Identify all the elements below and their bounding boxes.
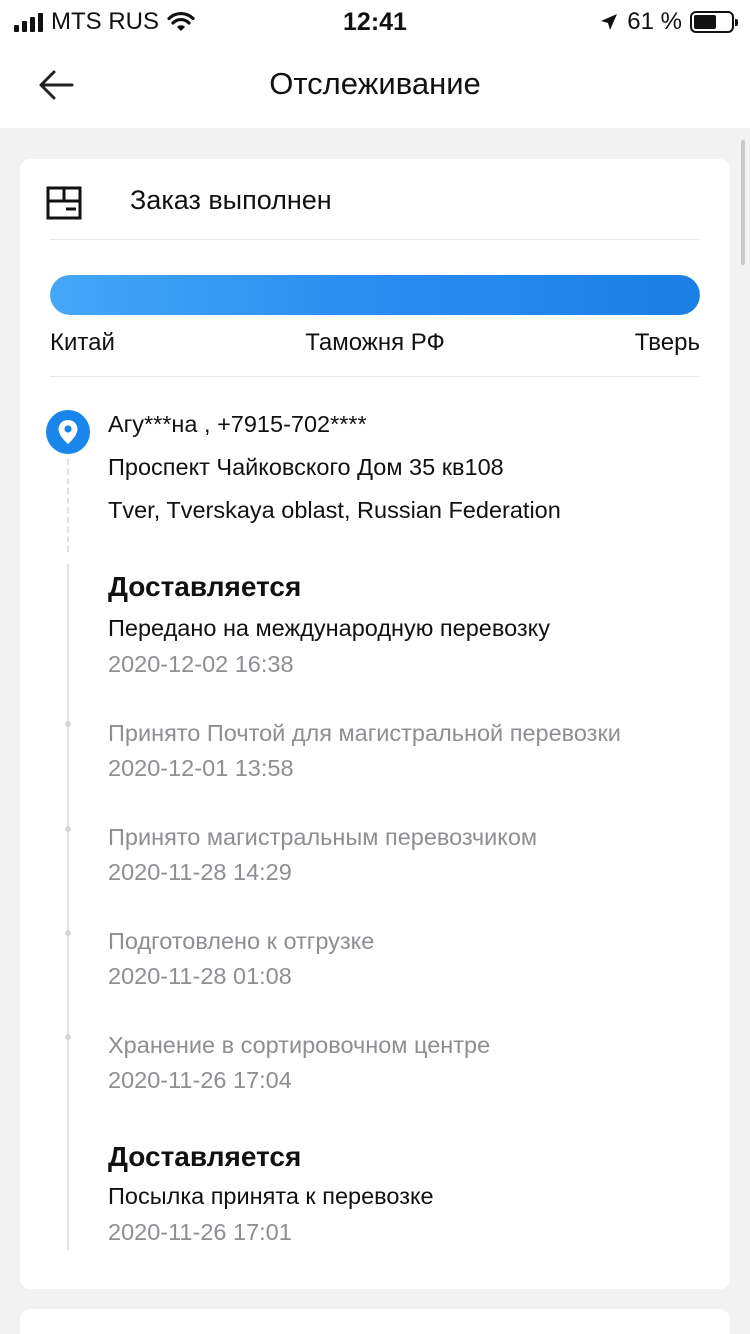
divider bbox=[50, 239, 700, 240]
event-title: Доставляется bbox=[108, 571, 302, 602]
event-title: Доставляется bbox=[108, 1141, 302, 1172]
stage-destination: Тверь bbox=[634, 329, 700, 356]
scrollbar[interactable] bbox=[741, 140, 745, 265]
event-text: Принято магистральным перевозчиком bbox=[108, 824, 538, 850]
event-time: 2020-11-28 14:29 bbox=[108, 859, 292, 885]
location-pin-icon bbox=[46, 410, 90, 454]
address-city: Tver, Tverskaya oblast, Russian Federati… bbox=[108, 497, 561, 523]
event-time: 2020-11-26 17:04 bbox=[108, 1067, 292, 1093]
timeline-dot bbox=[65, 930, 71, 936]
event-time: 2020-11-28 01:08 bbox=[108, 963, 292, 989]
battery-fill bbox=[694, 15, 716, 29]
location-arrow-icon bbox=[601, 14, 618, 30]
order-header: Заказ выполнен bbox=[44, 181, 700, 239]
recipient-info: Агу***на , +7915-702**** bbox=[108, 411, 367, 437]
timeline-dashed bbox=[67, 459, 69, 552]
timeline-dot bbox=[65, 721, 71, 727]
status-bar: MTS RUS 12:41 61 % bbox=[0, 0, 750, 42]
battery-icon bbox=[690, 11, 738, 33]
event-text: Посылка принята к перевозке bbox=[108, 1183, 434, 1209]
page-title: Отслеживание bbox=[269, 66, 481, 101]
stage-customs: Таможня РФ bbox=[305, 329, 445, 356]
event-time: 2020-11-26 17:01 bbox=[108, 1219, 292, 1245]
nav-bar: Отслеживание bbox=[0, 42, 750, 128]
progress-bar bbox=[50, 275, 700, 315]
order-status: Заказ выполнен bbox=[130, 185, 332, 215]
tracking-card: Заказ выполнен Китай Таможня РФ Тверь Аг… bbox=[20, 159, 730, 1289]
event-time: 2020-12-01 13:58 bbox=[108, 755, 294, 781]
status-right: 61 % bbox=[599, 8, 738, 36]
progress-fill bbox=[50, 275, 700, 315]
event-text: Передано на международную перевозку bbox=[108, 615, 550, 641]
divider bbox=[50, 376, 700, 377]
event-time: 2020-12-02 16:38 bbox=[108, 651, 294, 677]
battery-percent: 61 % bbox=[627, 8, 682, 35]
timeline-dot bbox=[65, 826, 71, 832]
event-text: Подготовлено к отгрузке bbox=[108, 928, 375, 954]
box-icon bbox=[46, 186, 82, 220]
event-text: Принято Почтой для магистральной перевоз… bbox=[108, 720, 621, 746]
address-street: Проспект Чайковского Дом 35 кв108 bbox=[108, 454, 504, 480]
event-text: Хранение в сортировочном центре bbox=[108, 1032, 491, 1058]
next-card bbox=[20, 1309, 730, 1334]
timeline-line bbox=[67, 564, 69, 1250]
timeline-dot bbox=[65, 1034, 71, 1040]
